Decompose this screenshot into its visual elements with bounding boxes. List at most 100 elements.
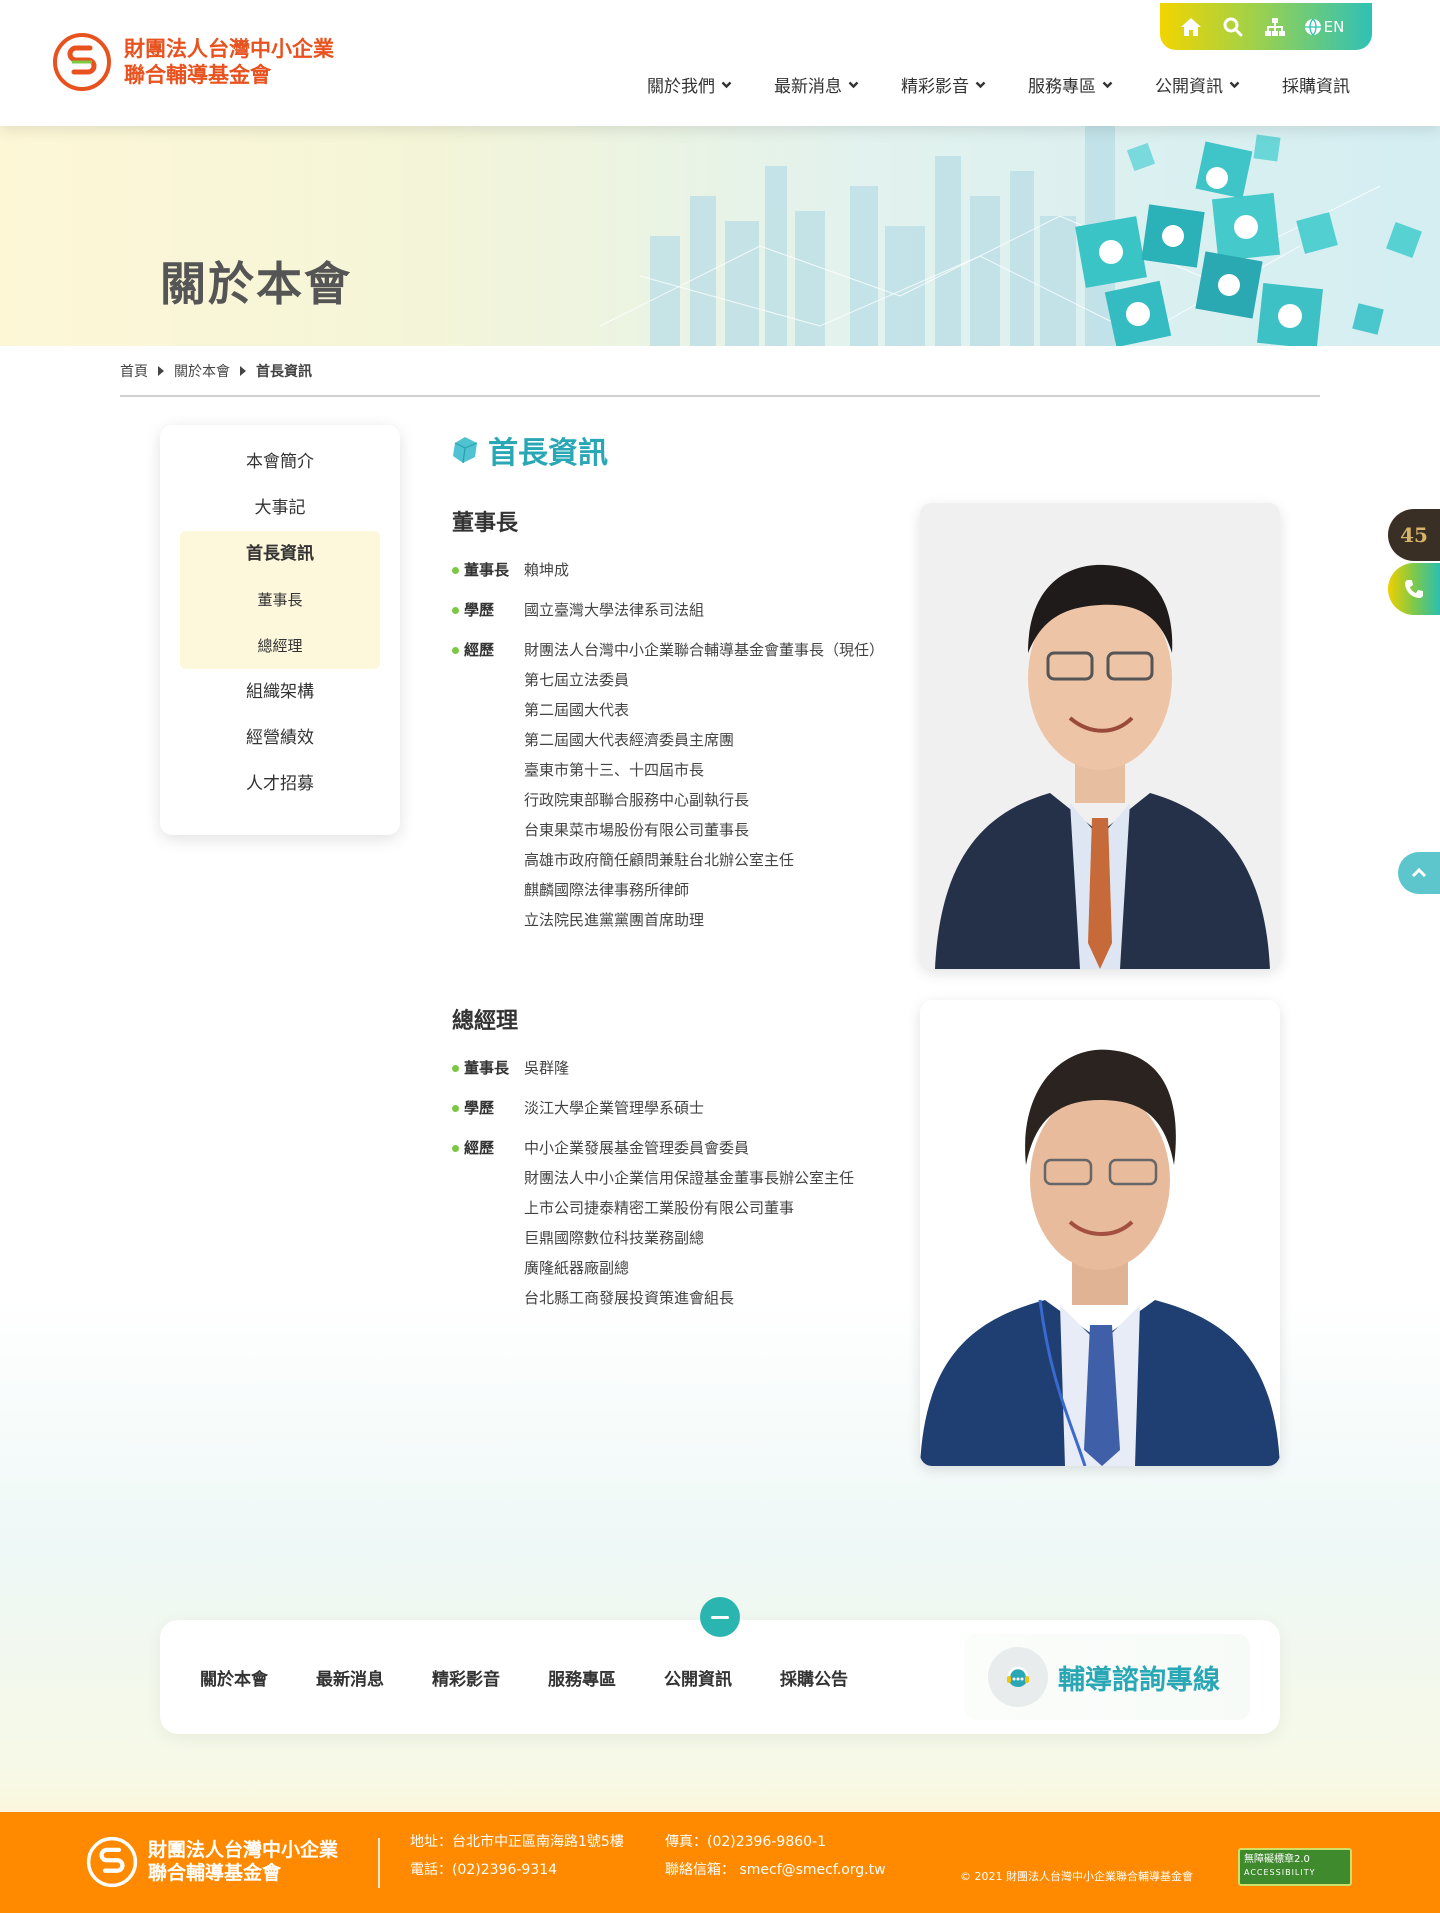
- phone-button[interactable]: [1388, 563, 1440, 615]
- chevron-down-icon: [1102, 81, 1113, 88]
- language-button[interactable]: EN: [1296, 9, 1352, 45]
- footer-copyright: © 2021 財團法人台灣中小企業聯合輔導基金會: [960, 1870, 1193, 1883]
- nav-about[interactable]: 關於我們: [647, 72, 732, 97]
- sitemap-button[interactable]: [1254, 9, 1296, 45]
- list-item: 麒麟國際法律事務所律師: [524, 881, 690, 899]
- nav-services[interactable]: 服務專區: [1028, 72, 1113, 97]
- footer-link-procurement[interactable]: 採購公告: [780, 1665, 848, 1690]
- portrait-image: [920, 1000, 1280, 1466]
- row-label: 董事長: [452, 1053, 524, 1083]
- accessibility-badge-subtitle: ACCESSIBILITY: [1244, 1868, 1316, 1877]
- gm-photo: [920, 1000, 1280, 1466]
- chevron-down-icon: [1229, 81, 1240, 88]
- nav-label: 服務專區: [1028, 77, 1096, 97]
- footer-links: 關於本會 最新消息 精彩影音 服務專區 公開資訊 採購公告: [200, 1620, 896, 1734]
- sidebar-item-leaders[interactable]: 首長資訊: [180, 531, 380, 577]
- logo-line-2: 聯合輔導基金會: [124, 62, 271, 87]
- footer-logo-line-1: 財團法人台灣中小企業: [148, 1839, 339, 1861]
- list-item: 財團法人台灣中小企業聯合輔導基金會董事長（現任）: [524, 641, 885, 659]
- chairman-name-row: 董事長 賴坤成: [452, 555, 902, 585]
- row-label: 經歷: [452, 635, 524, 935]
- footer-logo-text: 財團法人台灣中小企業 聯合輔導基金會: [148, 1839, 338, 1885]
- sidebar-menu: 本會簡介 大事記 首長資訊 董事長 總經理 組織架構 經營績效 人才招募: [160, 425, 400, 835]
- chairman-experience-list: 財團法人台灣中小企業聯合輔導基金會董事長（現任） 第七屆立法委員 第二屆國大代表…: [524, 635, 884, 935]
- footer-link-services[interactable]: 服務專區: [548, 1665, 616, 1690]
- nav-procurement[interactable]: 採購資訊: [1282, 72, 1350, 97]
- hotline-label: 輔導諮詢專線: [1058, 1664, 1220, 1696]
- footer-contact-1: 地址：台北市中正區南海路1號5樓 電話：(02)2396-9314: [410, 1828, 624, 1884]
- gm-education-row: 學歷 淡江大學企業管理學系碩士: [452, 1093, 902, 1123]
- list-item: 巨鼎國際數位科技業務副總: [524, 1229, 705, 1247]
- sitemap-icon: [1265, 17, 1285, 36]
- sidebar-subitem-chairman[interactable]: 董事長: [180, 577, 380, 623]
- sidebar-item-organization[interactable]: 組織架構: [160, 669, 400, 715]
- site-header: 財團法人台灣中小企業 聯合輔導基金會 EN 關於我們 最新消息 精彩影音 服務專…: [0, 0, 1440, 126]
- nav-news[interactable]: 最新消息: [774, 72, 859, 97]
- nav-label: 公開資訊: [1155, 77, 1223, 97]
- sidebar-item-careers[interactable]: 人才招募: [160, 761, 400, 807]
- breadcrumb-divider: [120, 395, 1320, 397]
- footer-link-video[interactable]: 精彩影音: [432, 1665, 500, 1690]
- row-label: 經歷: [452, 1133, 524, 1313]
- portrait-image: [920, 503, 1280, 969]
- footer-email[interactable]: 聯絡信箱： smecf@smecf.org.tw: [665, 1856, 886, 1884]
- nav-public-info[interactable]: 公開資訊: [1155, 72, 1240, 97]
- utility-bar: EN: [1160, 3, 1372, 50]
- footer-link-news[interactable]: 最新消息: [316, 1665, 384, 1690]
- main-nav: 關於我們 最新消息 精彩影音 服務專區 公開資訊 採購資訊: [605, 72, 1350, 97]
- badge-45-button[interactable]: 45: [1388, 509, 1440, 561]
- footer-divider: [378, 1838, 380, 1888]
- footer-link-public-info[interactable]: 公開資訊: [664, 1665, 732, 1690]
- footer-collapse-button[interactable]: [700, 1597, 740, 1637]
- gm-education: 淡江大學企業管理學系碩士: [524, 1099, 705, 1117]
- breadcrumb-about[interactable]: 關於本會: [174, 361, 230, 381]
- nav-label: 關於我們: [647, 77, 715, 97]
- footer-nav: 關於本會 最新消息 精彩影音 服務專區 公開資訊 採購公告 輔導諮詢專線: [160, 1620, 1280, 1734]
- list-item: 臺東市第十三、十四屆市長: [524, 761, 705, 779]
- accessibility-badge[interactable]: 無障礙標章2.0 ACCESSIBILITY: [1238, 1848, 1352, 1886]
- row-label: 學歷: [452, 595, 524, 625]
- footer-logo-line-2: 聯合輔導基金會: [148, 1862, 282, 1884]
- logo-icon: [53, 33, 111, 91]
- phone-icon: [1405, 580, 1423, 598]
- list-item: 行政院東部聯合服務中心副執行長: [524, 791, 750, 809]
- list-item: 高雄市政府簡任顧問兼駐台北辦公室主任: [524, 851, 795, 869]
- chairman-photo: [920, 503, 1280, 969]
- gm-experience-row: 經歷 中小企業發展基金管理委員會委員 財團法人中小企業信用保證基金董事長辦公室主…: [452, 1133, 902, 1313]
- sidebar-item-performance[interactable]: 經營績效: [160, 715, 400, 761]
- nav-video[interactable]: 精彩影音: [901, 72, 986, 97]
- home-button[interactable]: [1170, 9, 1212, 45]
- chevron-up-icon: [1411, 868, 1427, 878]
- list-item: 台東果菜市場股份有限公司董事長: [524, 821, 750, 839]
- logo-icon: [86, 1836, 138, 1888]
- consult-hotline-button[interactable]: 輔導諮詢專線: [964, 1634, 1250, 1720]
- chairman-section: 董事長 董事長 賴坤成 學歷 國立臺灣大學法律系司法組 經歷 財團法人台灣中小企…: [452, 505, 902, 945]
- breadcrumb-current: 首長資訊: [256, 364, 312, 380]
- chairman-education: 國立臺灣大學法律系司法組: [524, 601, 705, 619]
- language-label: EN: [1323, 17, 1345, 36]
- search-button[interactable]: [1212, 9, 1254, 45]
- sidebar-item-intro[interactable]: 本會簡介: [160, 439, 400, 485]
- chairman-education-row: 學歷 國立臺灣大學法律系司法組: [452, 595, 902, 625]
- sidebar-item-milestones[interactable]: 大事記: [160, 485, 400, 531]
- list-item: 第七屆立法委員: [524, 671, 630, 689]
- chevron-down-icon: [975, 81, 986, 88]
- back-to-top-button[interactable]: [1398, 852, 1440, 894]
- minus-icon: [711, 1615, 729, 1619]
- footer-link-about[interactable]: 關於本會: [200, 1665, 268, 1690]
- sidebar-subitem-gm[interactable]: 總經理: [180, 623, 380, 669]
- site-logo[interactable]: 財團法人台灣中小企業 聯合輔導基金會: [52, 32, 334, 92]
- chairman-experience-row: 經歷 財團法人台灣中小企業聯合輔導基金會董事長（現任） 第七屆立法委員 第二屆國…: [452, 635, 902, 935]
- breadcrumb-home[interactable]: 首頁: [120, 361, 148, 381]
- footer-phone: 電話：(02)2396-9314: [410, 1862, 558, 1878]
- search-icon: [1223, 17, 1243, 36]
- list-item: 第二屆國大代表經濟委員主席團: [524, 731, 735, 749]
- breadcrumb-arrow-icon: [240, 366, 246, 376]
- footer-logo[interactable]: 財團法人台灣中小企業 聯合輔導基金會: [86, 1836, 338, 1888]
- gm-name-row: 董事長 吳群隆: [452, 1053, 902, 1083]
- chevron-down-icon: [848, 81, 859, 88]
- list-item: 第二屆國大代表: [524, 701, 630, 719]
- breadcrumb: 首頁 關於本會 首長資訊: [120, 361, 312, 381]
- page-banner: 關於本會: [0, 126, 1440, 346]
- chevron-down-icon: [721, 81, 732, 88]
